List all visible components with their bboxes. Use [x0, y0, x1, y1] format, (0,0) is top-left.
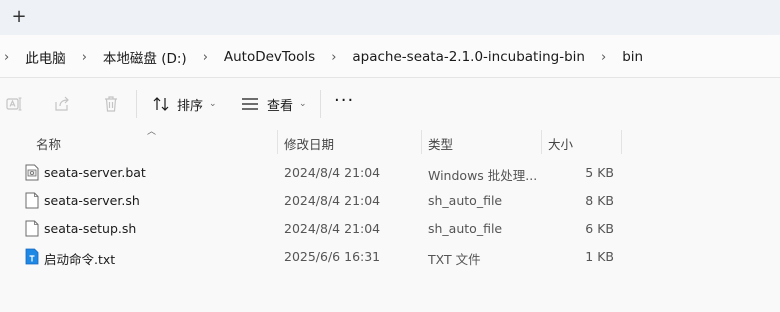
sort-button[interactable]: 排序 ⌄	[152, 93, 217, 115]
breadcrumb-item-bin[interactable]: bin	[622, 49, 643, 65]
new-tab-button[interactable]: +	[10, 6, 28, 27]
file-modified: 2024/8/4 21:04	[284, 193, 381, 208]
more-options-button[interactable]: ···	[334, 92, 354, 110]
column-divider[interactable]	[621, 130, 622, 154]
column-header-size[interactable]: 大小	[548, 134, 573, 153]
column-header-type[interactable]: 类型	[428, 134, 453, 153]
batch-file-icon	[25, 164, 39, 181]
column-header: ︿ 名称 修改日期 类型 大小	[0, 127, 780, 154]
toolbar-separator	[320, 90, 321, 118]
chevron-right-icon[interactable]: ›	[203, 50, 208, 65]
tab-strip: +	[0, 0, 780, 35]
text-file-icon	[25, 248, 39, 265]
generic-file-icon	[25, 220, 39, 237]
chevron-right-icon[interactable]: ›	[82, 50, 87, 65]
share-icon[interactable]	[52, 94, 72, 114]
file-row[interactable]: seata-server.sh 2024/8/4 21:04 sh_auto_f…	[0, 187, 780, 215]
file-name: 启动命令.txt	[44, 252, 116, 267]
file-size: 6 KB	[585, 221, 614, 236]
file-row[interactable]: 启动命令.txt 2025/6/6 16:31 TXT 文件 1 KB	[0, 243, 780, 271]
chevron-down-icon: ⌄	[299, 99, 307, 109]
rename-icon[interactable]	[5, 94, 25, 114]
file-row[interactable]: seata-server.bat 2024/8/4 21:04 Windows …	[0, 159, 780, 187]
chevron-right-icon[interactable]: ›	[331, 50, 336, 65]
sort-ascending-icon: ︿	[147, 127, 157, 137]
toolbar-separator	[136, 90, 137, 118]
column-divider[interactable]	[541, 130, 542, 154]
file-size: 8 KB	[585, 193, 614, 208]
file-size: 1 KB	[585, 249, 614, 264]
column-divider[interactable]	[421, 130, 422, 154]
file-modified: 2024/8/4 21:04	[284, 221, 381, 236]
file-type: sh_auto_file	[428, 221, 503, 236]
file-type: sh_auto_file	[428, 193, 503, 208]
breadcrumb: › 此电脑 › 本地磁盘 (D:) › AutoDevTools › apach…	[0, 47, 643, 67]
view-label: 查看	[267, 98, 294, 114]
file-type: TXT 文件	[428, 252, 481, 267]
column-header-name[interactable]: 名称	[36, 134, 61, 153]
file-size: 5 KB	[585, 165, 614, 180]
delete-icon[interactable]	[101, 94, 121, 114]
file-type: Windows 批处理...	[428, 168, 538, 183]
file-name: seata-setup.sh	[44, 221, 137, 236]
sort-label: 排序	[177, 98, 204, 114]
file-name: seata-server.sh	[44, 193, 140, 208]
breadcrumb-item-seata[interactable]: apache-seata-2.1.0-incubating-bin	[352, 49, 585, 65]
file-modified: 2024/8/4 21:04	[284, 165, 381, 180]
chevron-right-icon[interactable]: ›	[4, 50, 9, 65]
address-bar[interactable]: › 此电脑 › 本地磁盘 (D:) › AutoDevTools › apach…	[0, 35, 780, 77]
column-divider[interactable]	[277, 130, 278, 154]
breadcrumb-item-this-pc[interactable]: 此电脑	[25, 47, 66, 67]
view-button[interactable]: 查看 ⌄	[241, 93, 307, 115]
generic-file-icon	[25, 192, 39, 209]
view-icon	[242, 98, 258, 110]
file-name: seata-server.bat	[44, 165, 146, 180]
sort-icon	[153, 97, 169, 111]
breadcrumb-item-autodevtools[interactable]: AutoDevTools	[224, 49, 315, 65]
column-header-modified[interactable]: 修改日期	[284, 134, 334, 153]
chevron-down-icon: ⌄	[209, 99, 217, 109]
file-row[interactable]: seata-setup.sh 2024/8/4 21:04 sh_auto_fi…	[0, 215, 780, 243]
chevron-right-icon[interactable]: ›	[601, 50, 606, 65]
breadcrumb-item-local-disk[interactable]: 本地磁盘 (D:)	[103, 47, 187, 67]
command-bar: 排序 ⌄ 查看 ⌄ ···	[0, 78, 780, 130]
file-modified: 2025/6/6 16:31	[284, 249, 381, 264]
